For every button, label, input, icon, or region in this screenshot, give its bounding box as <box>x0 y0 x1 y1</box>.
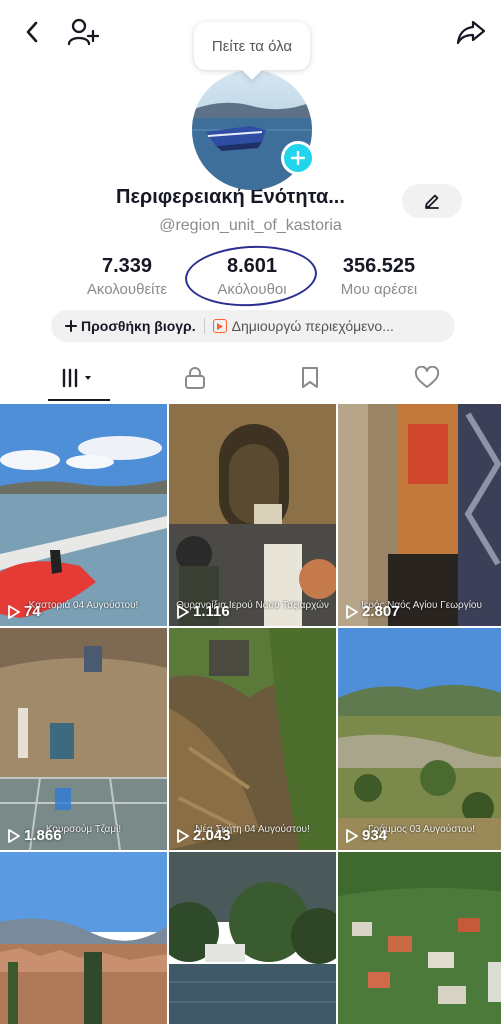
play-icon <box>177 604 189 619</box>
video-thumbnail[interactable]: Κουρσούμ Τζαμί! 1.866 <box>0 628 167 850</box>
view-count: 2.807 <box>346 603 400 620</box>
add-bio-label: Προσθήκη βιογρ. <box>81 318 196 334</box>
person-add-icon <box>67 18 99 46</box>
view-count: 2.043 <box>177 827 231 844</box>
following-count: 7.339 <box>101 255 153 277</box>
edit-profile-button[interactable] <box>402 184 462 218</box>
thumbnail-image <box>0 404 167 626</box>
profile-name: Περιφερειακή Ενότητα... <box>116 186 345 208</box>
thumbnail-image <box>0 628 167 850</box>
play-icon <box>346 828 358 843</box>
tab-liked[interactable] <box>377 354 477 402</box>
view-count: 74 <box>8 603 41 620</box>
bookmark-icon <box>302 367 318 388</box>
play-icon <box>177 828 189 843</box>
tab-active-indicator <box>48 399 110 401</box>
share-arrow-icon <box>456 20 486 45</box>
view-count: 934 <box>346 827 387 844</box>
video-thumbnail[interactable] <box>338 852 501 1024</box>
thumbnail-image <box>0 852 167 1024</box>
thumbnail-image <box>338 852 501 1024</box>
video-thumbnail[interactable]: Καστοριά 04 Αυγούστου! 74 <box>0 404 167 626</box>
chevron-left-icon <box>26 21 38 43</box>
creator-button[interactable]: Δημιουργώ περιεχόμενο... <box>212 318 394 334</box>
bio-tooltip[interactable]: Πείτε τα όλα <box>194 22 310 80</box>
lock-icon <box>185 367 205 389</box>
likes-stat[interactable]: 356.525 Μου αρέσει <box>314 252 444 300</box>
view-count-value: 2.807 <box>362 603 400 620</box>
video-thumbnail[interactable] <box>169 852 336 1024</box>
tab-saved[interactable] <box>260 354 360 402</box>
username: @region_unit_of_kastoria <box>159 217 342 234</box>
view-count-value: 74 <box>24 603 41 620</box>
tab-private[interactable] <box>145 354 245 402</box>
play-icon <box>8 604 20 619</box>
video-thumbnail[interactable]: Γράμμος 03 Αυγούστου! 934 <box>338 628 501 850</box>
view-count: 1.866 <box>8 827 62 844</box>
following-label: Ακολουθείτε <box>86 281 168 298</box>
play-icon <box>8 828 20 843</box>
add-bio-button[interactable]: Προσθήκη βιογρ. <box>51 318 196 334</box>
share-button[interactable] <box>454 16 488 48</box>
bio-bar: Προσθήκη βιογρ. Δημιουργώ περιεχόμενο... <box>51 310 455 342</box>
tab-videos[interactable] <box>30 354 130 402</box>
creator-label: Δημιουργώ περιεχόμενο... <box>231 318 394 334</box>
video-thumbnail[interactable]: Νέα Σκήτη 04 Αυγούστου! 2.043 <box>169 628 336 850</box>
profile-tabs <box>0 354 501 402</box>
divider <box>203 318 205 334</box>
video-thumbnail[interactable] <box>0 852 167 1024</box>
add-story-button[interactable] <box>281 141 315 175</box>
followers-count: 8.601 <box>226 255 278 277</box>
followers-label: Ακόλουθοι <box>217 281 287 298</box>
view-count-value: 2.043 <box>193 827 231 844</box>
following-stat[interactable]: 7.339 Ακολουθείτε <box>62 252 192 300</box>
play-icon <box>346 604 358 619</box>
view-count-value: 1.866 <box>24 827 62 844</box>
likes-label: Μου αρέσει <box>340 281 418 298</box>
back-button[interactable] <box>18 18 46 46</box>
tooltip-text: Πείτε τα όλα <box>211 37 293 55</box>
thumbnail-image <box>169 852 336 1024</box>
plus-icon <box>291 151 305 165</box>
thumbnail-image <box>338 404 501 626</box>
view-count-value: 934 <box>362 827 388 844</box>
thumbnail-image <box>169 628 336 850</box>
pencil-icon <box>425 194 439 209</box>
likes-count: 356.525 <box>342 255 416 277</box>
view-count: 1.116 <box>177 603 230 620</box>
followers-stat[interactable]: 8.601 Ακόλουθοι <box>187 252 317 300</box>
thumbnail-image <box>338 628 501 850</box>
view-count-value: 1.116 <box>193 603 230 620</box>
video-thumbnail[interactable]: Ιερός Ναός Αγίου Γεωργίου 2.807 <box>338 404 501 626</box>
grid-icon <box>62 368 91 388</box>
thumbnail-image <box>169 404 336 626</box>
video-thumbnail[interactable]: Θυρανοίξια Ιερού Ναού Ταξιαρχών 1.116 <box>169 404 336 626</box>
heart-icon <box>414 366 440 388</box>
add-friend-button[interactable] <box>66 16 100 48</box>
creator-play-icon <box>212 319 227 333</box>
plus-icon <box>65 320 77 332</box>
